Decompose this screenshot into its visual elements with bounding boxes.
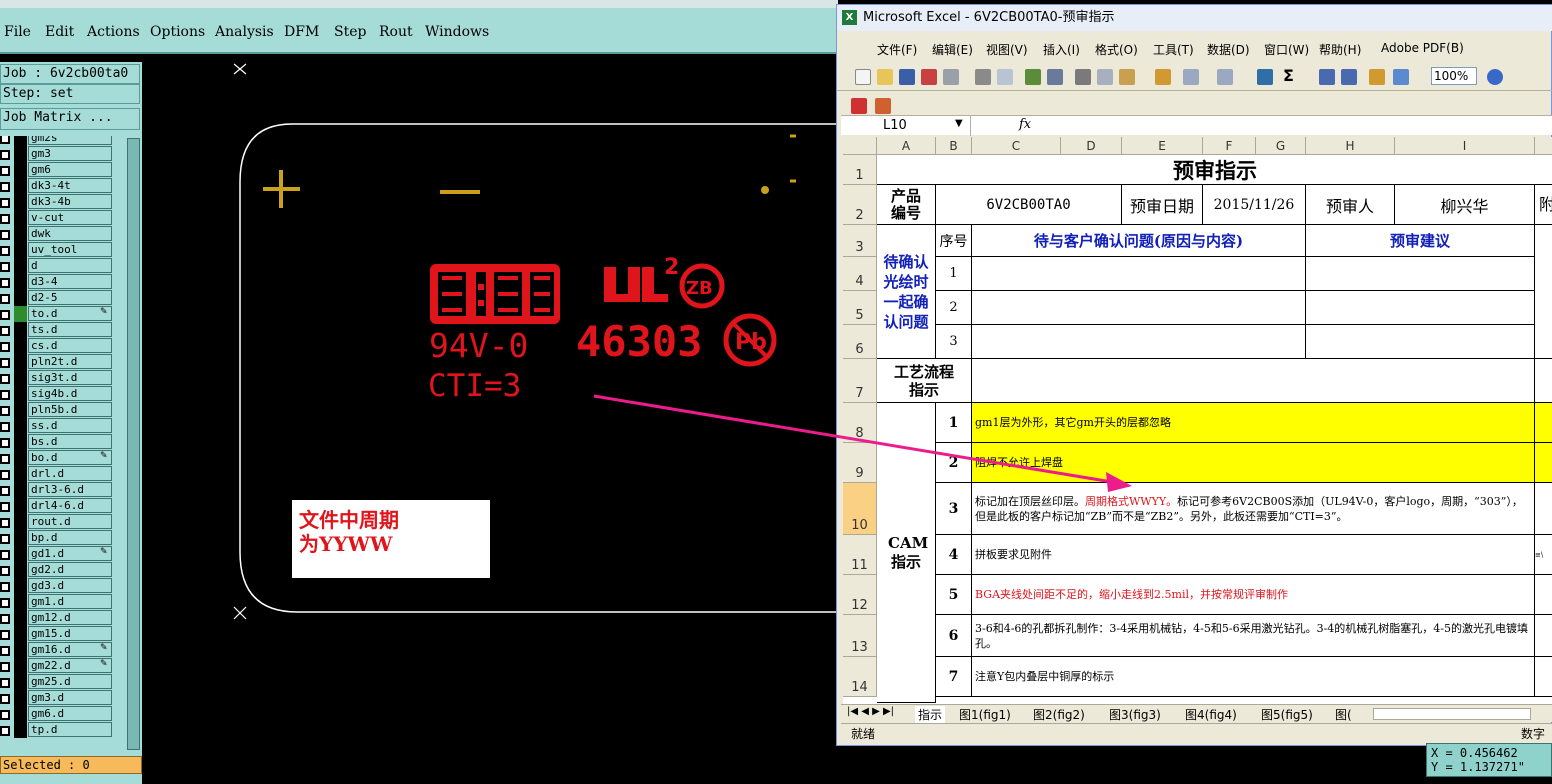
- pointer-arrow: [593, 394, 1132, 492]
